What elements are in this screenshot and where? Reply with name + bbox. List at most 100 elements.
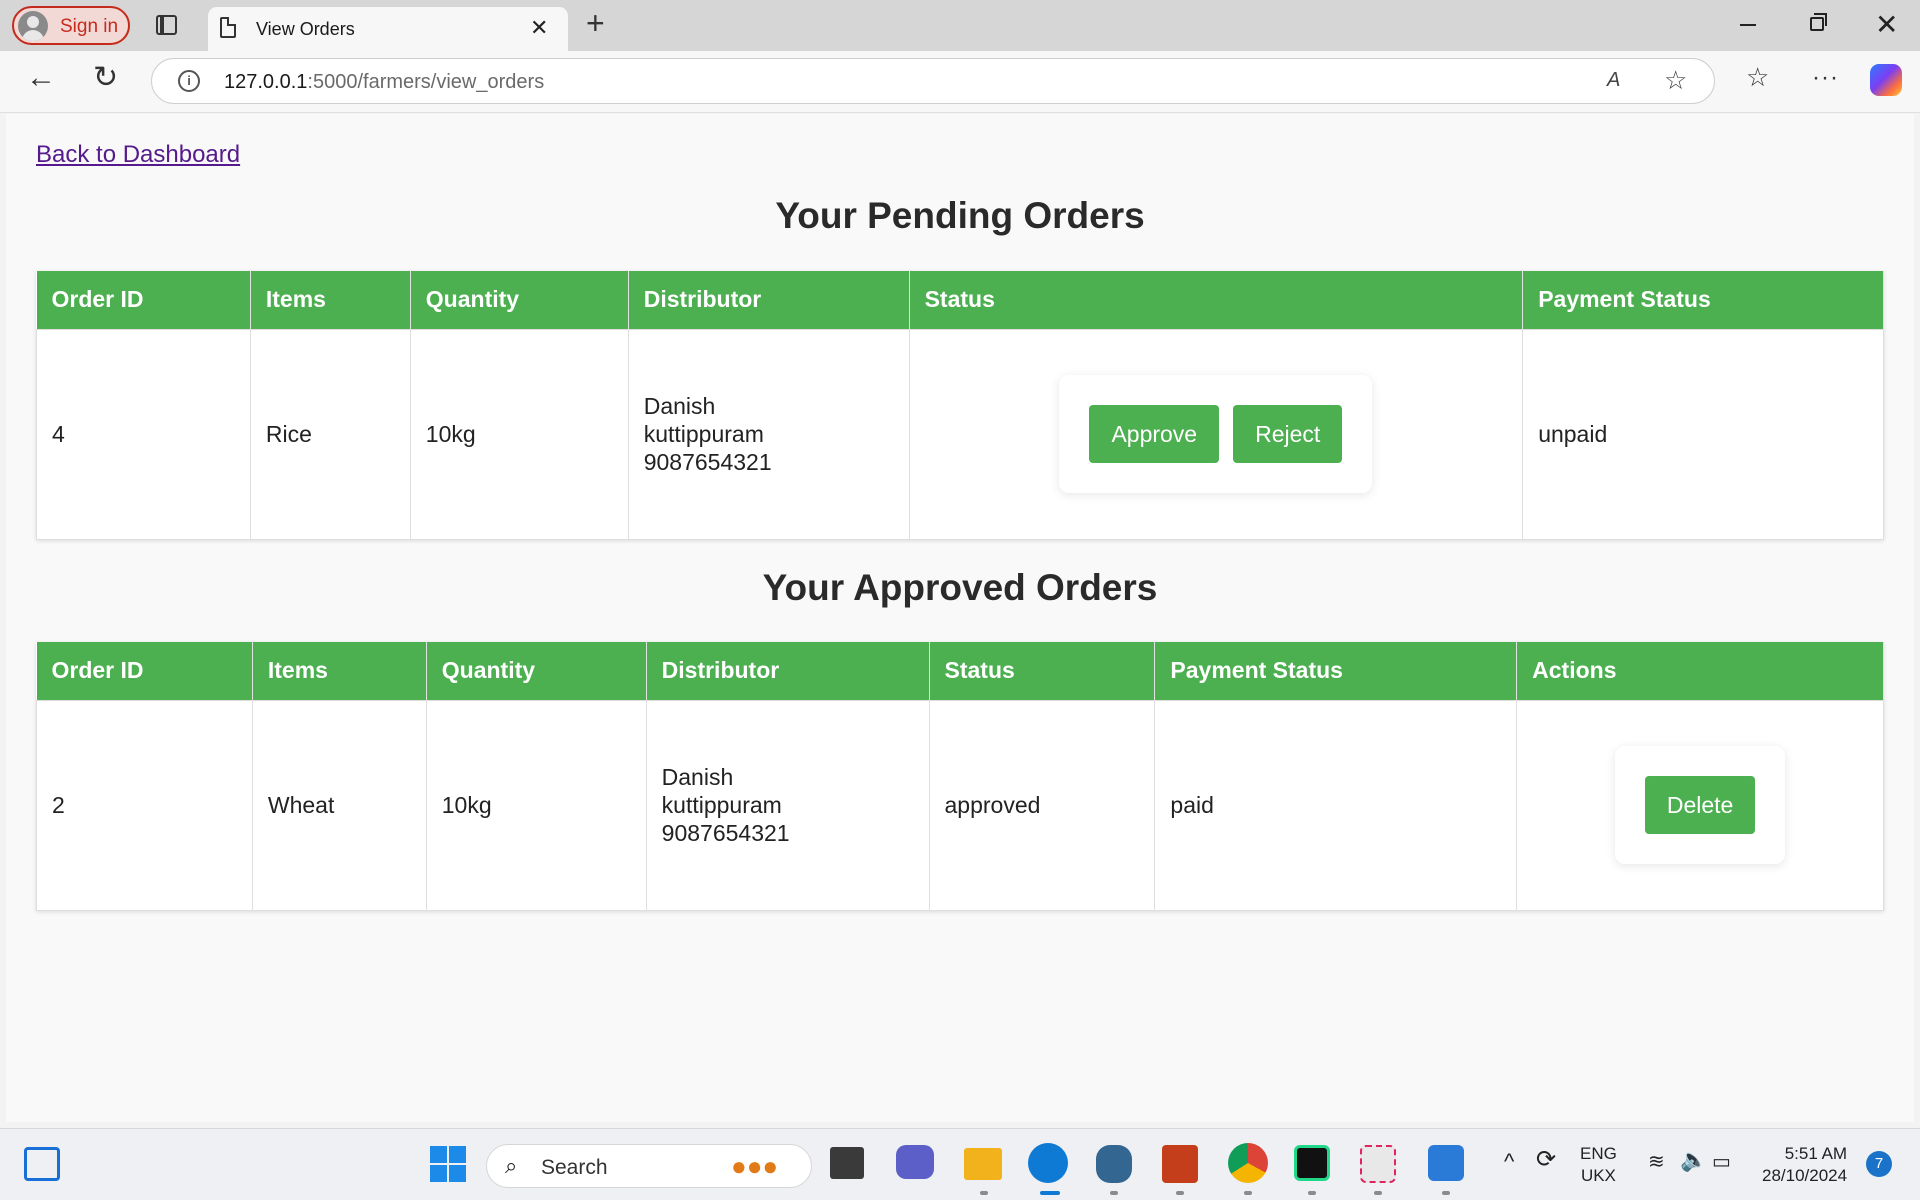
- search-icon: ⌕: [505, 1153, 518, 1178]
- quantity-cell: 10kg: [409, 328, 629, 540]
- url-path: :5000/farmers/view_orders: [307, 71, 545, 93]
- url-text[interactable]: 127.0.0.1:5000/farmers/view_orders: [224, 71, 544, 94]
- distributor-place: kuttippuram: [643, 421, 764, 447]
- approve-button[interactable]: Approve: [1089, 405, 1220, 463]
- approved-orders-table: Order ID Items Quantity Distributor Stat…: [36, 642, 1884, 911]
- tab-view-orders[interactable]: View Orders ✕: [208, 7, 568, 51]
- column-header: Distributor: [628, 271, 910, 329]
- powerpoint-icon[interactable]: [1162, 1145, 1198, 1183]
- column-header: Payment Status: [1522, 271, 1884, 329]
- items-cell: Rice: [249, 328, 411, 540]
- new-tab-icon[interactable]: +: [586, 5, 605, 42]
- table-row: 2 Wheat 10kg Danish kuttippuram 90876543…: [36, 699, 1884, 911]
- minimize-icon[interactable]: [1740, 24, 1756, 26]
- chrome-icon[interactable]: [1228, 1143, 1268, 1183]
- sign-in-label: Sign in: [60, 16, 119, 37]
- distributor-name: Danish: [643, 393, 716, 419]
- language-code: ENG: [1580, 1144, 1617, 1163]
- column-header: Items: [250, 271, 411, 329]
- order-id-cell: 4: [36, 328, 251, 540]
- running-indicator: [1308, 1191, 1316, 1195]
- distributor-phone: 9087654321: [643, 449, 772, 475]
- clock-date: 28/10/2024: [1762, 1166, 1848, 1185]
- action-buttons-box: Delete: [1614, 746, 1786, 864]
- refresh-icon[interactable]: ↻: [93, 60, 118, 95]
- distributor-phone: 9087654321: [661, 820, 790, 846]
- distributor-cell: Danish kuttippuram 9087654321: [645, 699, 930, 911]
- column-header: Order ID: [36, 642, 253, 700]
- back-arrow-icon[interactable]: ←: [26, 61, 56, 95]
- taskbar-search-box[interactable]: ⌕ Search ●●●: [486, 1144, 812, 1188]
- running-indicator: [980, 1191, 988, 1195]
- more-options-icon[interactable]: ···: [1812, 64, 1839, 92]
- url-host: 127.0.0.1: [224, 71, 308, 93]
- quantity-cell: 10kg: [425, 699, 647, 911]
- navigation-bar: ← ↻ i 127.0.0.1:5000/farmers/view_orders…: [0, 51, 1920, 113]
- file-explorer-icon[interactable]: [964, 1148, 1002, 1180]
- pending-orders-table: Order ID Items Quantity Distributor Stat…: [36, 271, 1884, 540]
- column-header: Quantity: [410, 271, 629, 329]
- column-header: Status: [909, 271, 1524, 329]
- clock-time: 5:51 AM: [1784, 1144, 1848, 1163]
- column-header: Status: [929, 642, 1156, 700]
- tab-actions-icon[interactable]: [156, 15, 177, 35]
- column-header: Order ID: [36, 271, 251, 329]
- wifi-icon[interactable]: ≋: [1648, 1151, 1665, 1173]
- status-cell: Approve Reject: [908, 328, 1524, 540]
- teams-chat-icon[interactable]: [896, 1145, 934, 1179]
- site-info-icon[interactable]: i: [178, 70, 200, 92]
- column-header: Distributor: [646, 642, 930, 700]
- windows-start-icon[interactable]: [430, 1146, 466, 1182]
- clock[interactable]: 5:51 AM 28/10/2024: [1762, 1143, 1847, 1187]
- snipping-tool-icon[interactable]: [1360, 1145, 1396, 1183]
- running-indicator: [1442, 1191, 1450, 1195]
- payment-status-cell: paid: [1154, 699, 1518, 911]
- delete-button[interactable]: Delete: [1644, 776, 1756, 834]
- column-header: Payment Status: [1154, 642, 1518, 700]
- battery-icon[interactable]: ▭: [1712, 1151, 1731, 1173]
- action-buttons-box: Approve Reject: [1059, 375, 1373, 493]
- widgets-icon[interactable]: [24, 1147, 60, 1181]
- task-view-icon[interactable]: [830, 1147, 864, 1179]
- address-bar[interactable]: i 127.0.0.1:5000/farmers/view_orders A ☆: [151, 58, 1715, 104]
- reject-button[interactable]: Reject: [1233, 405, 1343, 463]
- running-indicator: [1176, 1191, 1184, 1195]
- page-content: Back to Dashboard Your Pending Orders Or…: [6, 114, 1914, 1122]
- column-header: Quantity: [426, 642, 647, 700]
- sign-in-button[interactable]: Sign in: [12, 6, 130, 45]
- window-close-icon[interactable]: ✕: [1875, 8, 1898, 41]
- page-icon: [220, 17, 236, 38]
- language-indicator[interactable]: ENG UKX: [1580, 1143, 1617, 1187]
- copilot-icon[interactable]: [1870, 64, 1902, 96]
- close-tab-icon[interactable]: ✕: [530, 15, 548, 41]
- volume-icon[interactable]: 🔈: [1680, 1149, 1707, 1171]
- pycharm-icon[interactable]: [1294, 1145, 1330, 1181]
- postgresql-icon[interactable]: [1096, 1145, 1132, 1183]
- table-row: 4 Rice 10kg Danish kuttippuram 908765432…: [36, 328, 1884, 540]
- favorite-star-icon[interactable]: ☆: [1664, 65, 1687, 96]
- photos-icon[interactable]: [1428, 1145, 1464, 1181]
- read-aloud-icon[interactable]: A: [1607, 69, 1620, 92]
- table-header-row: Order ID Items Quantity Distributor Stat…: [36, 271, 1884, 329]
- notification-badge[interactable]: 7: [1866, 1151, 1892, 1177]
- pumpkin-icon: ●●●: [731, 1151, 779, 1181]
- search-placeholder: Search: [541, 1156, 608, 1179]
- column-header: Actions: [1516, 642, 1884, 700]
- column-header: Items: [252, 642, 427, 700]
- restore-icon[interactable]: [1810, 13, 1827, 31]
- sync-icon[interactable]: ⟳: [1536, 1148, 1556, 1172]
- order-id-cell: 2: [36, 699, 253, 911]
- back-to-dashboard-link[interactable]: Back to Dashboard: [36, 141, 240, 169]
- distributor-cell: Danish kuttippuram 9087654321: [627, 328, 910, 540]
- distributor-place: kuttippuram: [661, 792, 782, 818]
- items-cell: Wheat: [251, 699, 427, 911]
- table-header-row: Order ID Items Quantity Distributor Stat…: [36, 642, 1884, 700]
- favorites-icon[interactable]: ☆: [1746, 62, 1769, 93]
- approved-orders-heading: Your Approved Orders: [762, 567, 1158, 608]
- status-cell: approved: [928, 699, 1156, 911]
- show-hidden-icons-icon[interactable]: ^: [1504, 1151, 1514, 1173]
- tab-title: View Orders: [256, 19, 355, 39]
- taskbar: ⌕ Search ●●● ^ ⟳ ENG UKX ≋ 🔈 ▭ 5:51 AM 2…: [0, 1128, 1920, 1200]
- active-indicator: [1040, 1191, 1060, 1195]
- edge-browser-icon[interactable]: [1028, 1143, 1068, 1183]
